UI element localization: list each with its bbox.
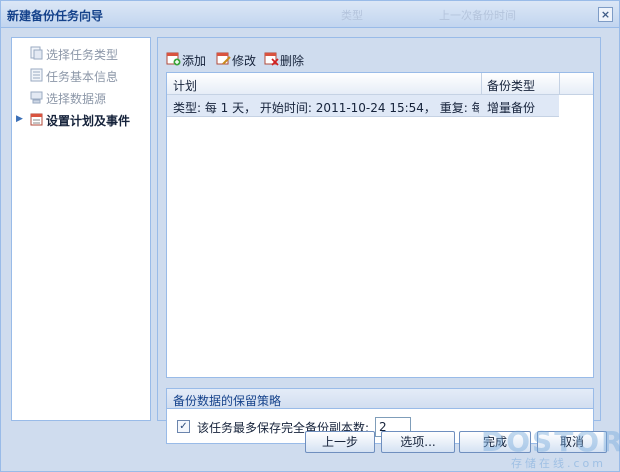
add-calendar-icon xyxy=(166,52,181,66)
check-icon: ✓ xyxy=(179,421,188,432)
max-copies-checkbox[interactable]: ✓ xyxy=(177,420,190,433)
background-header-ghost-type: 类型 xyxy=(341,9,363,22)
watermark-brand: DOSTOR xyxy=(481,425,620,458)
wizard-step-nav: 选择任务类型 任务基本信息 选择数据源 ▶ 设置计划及事件 xyxy=(11,37,151,421)
grid-header: 计划 备份类型 xyxy=(167,73,593,95)
watermark-logo: DOSTOR 存储在线.com xyxy=(467,423,620,471)
column-divider[interactable] xyxy=(481,73,482,95)
schedule-grid: 计划 备份类型 类型: 每 1 天， 开始时间: 2011-10-24 15:5… xyxy=(166,72,594,378)
nav-step-label: 选择数据源 xyxy=(46,92,107,106)
edit-calendar-icon xyxy=(216,52,231,65)
retention-title: 备份数据的保留策略 xyxy=(173,394,282,408)
options-label: 选项... xyxy=(400,435,436,449)
nav-step-label: 选择任务类型 xyxy=(46,48,119,62)
delete-calendar-icon xyxy=(264,52,279,66)
delete-schedule-button[interactable]: 删除 xyxy=(264,50,310,68)
watermark-tagline: 存储在线.com xyxy=(511,457,606,470)
close-icon: × xyxy=(600,8,611,21)
retention-header: 备份数据的保留策略 xyxy=(167,389,593,409)
prev-step-button[interactable]: 上一步 xyxy=(305,431,375,453)
backup-wizard-dialog: 新建备份任务向导 类型 上一次备份时间 × 选择任务类型 任务基本信息 选择数据… xyxy=(0,0,620,472)
column-divider[interactable] xyxy=(559,73,560,95)
options-button[interactable]: 选项... xyxy=(381,431,455,453)
column-header-backup-type[interactable]: 备份类型 xyxy=(487,77,535,94)
column-header-plan[interactable]: 计划 xyxy=(173,77,197,94)
add-schedule-button[interactable]: 添加 xyxy=(166,50,214,68)
background-header-ghost-time: 上一次备份时间 xyxy=(439,9,516,22)
close-button[interactable]: × xyxy=(598,7,613,22)
delete-label: 删除 xyxy=(280,54,305,68)
nav-step-label: 设置计划及事件 xyxy=(46,114,131,128)
dialog-title: 新建备份任务向导 xyxy=(7,9,104,23)
edit-label: 修改 xyxy=(232,54,257,68)
edit-schedule-button[interactable]: 修改 xyxy=(216,50,262,68)
datasource-icon xyxy=(30,91,43,104)
cell-plan: 类型: 每 1 天， 开始时间: 2011-10-24 15:54， 重复: 每… xyxy=(173,101,479,115)
cell-backup-type: 增量备份 xyxy=(487,101,536,115)
title-bar[interactable]: 新建备份任务向导 类型 上一次备份时间 × xyxy=(1,1,619,28)
info-icon xyxy=(30,68,43,82)
calendar-icon xyxy=(30,113,43,126)
schedule-toolbar: 添加 修改 删除 xyxy=(166,48,594,70)
nav-step-label: 任务基本信息 xyxy=(46,70,119,84)
nav-step-datasource[interactable]: 选择数据源 xyxy=(12,86,150,108)
nav-step-schedule[interactable]: ▶ 设置计划及事件 xyxy=(12,108,150,130)
table-row[interactable]: 类型: 每 1 天， 开始时间: 2011-10-24 15:54， 重复: 每… xyxy=(167,95,559,117)
nav-step-task-type[interactable]: 选择任务类型 xyxy=(12,42,150,64)
schedule-panel: 添加 修改 删除 计划 备份类型 类型: 每 1 天， 开始时间: 2011-1… xyxy=(157,37,601,444)
active-step-marker: ▶ xyxy=(16,114,23,124)
task-type-icon xyxy=(30,46,43,60)
prev-step-label: 上一步 xyxy=(321,435,358,449)
add-label: 添加 xyxy=(182,54,207,68)
nav-step-basic-info[interactable]: 任务基本信息 xyxy=(12,64,150,86)
